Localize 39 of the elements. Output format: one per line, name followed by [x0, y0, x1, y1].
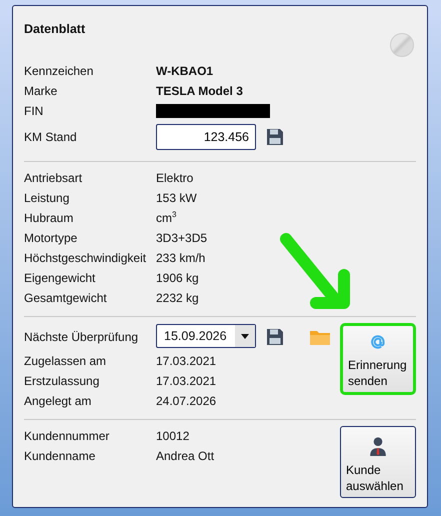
- field-value: 24.07.2026: [156, 393, 218, 410]
- field-value: 1906 kg: [156, 270, 200, 287]
- field-label: FIN: [24, 103, 44, 120]
- field-value: cm$^{3}$: [156, 209, 178, 227]
- caret-icon[interactable]: [241, 334, 249, 338]
- select-customer-button[interactable]: Kunde auswählen: [340, 426, 416, 498]
- field-label: KM Stand: [24, 129, 78, 146]
- field-value: TESLA Model 3: [156, 83, 244, 100]
- field-value: 3D3+3D5: [156, 230, 208, 247]
- save-icon[interactable]: [266, 128, 284, 146]
- date-dropdown[interactable]: 15.09.2026: [156, 324, 256, 348]
- field-label: Eigengewicht: [24, 270, 96, 287]
- field-label: Nächste Überprüfung: [24, 329, 140, 346]
- field-label: Zugelassen am: [24, 353, 108, 370]
- field-label: Höchstgeschwindigkeit: [24, 250, 148, 267]
- field-value: Andrea Ott: [156, 448, 214, 465]
- field-value: W-KBAO1: [156, 63, 214, 80]
- send-reminder-button[interactable]: Erinnerung senden: [340, 323, 416, 395]
- field-value: 233 km/h: [156, 250, 206, 267]
- field-label: Angelegt am: [24, 393, 92, 410]
- field-label: Gesamtgewicht: [24, 290, 108, 307]
- field-label: Kundennummer: [24, 428, 110, 445]
- field-value: 17.03.2021: [156, 353, 218, 370]
- field-label: Leistung: [24, 190, 70, 207]
- field-label: Erstzulassung: [24, 373, 100, 390]
- field-value: 2232 kg: [156, 290, 200, 307]
- field-value: 10012: [156, 428, 190, 445]
- field-label: Motortype: [24, 230, 78, 247]
- field-label: Antriebsart: [24, 170, 84, 187]
- field-value: 153 kW: [156, 190, 198, 207]
- field-label: Kennzeichen: [24, 63, 94, 80]
- save-icon[interactable]: [266, 328, 284, 346]
- field-value: Elektro: [156, 170, 194, 187]
- field-value: 17.03.2021: [156, 373, 218, 390]
- km-input-field[interactable]: 123.456: [156, 124, 256, 150]
- panel-title: Datenblatt: [24, 22, 86, 36]
- field-label: Marke: [24, 83, 58, 100]
- field-label: Kundenname: [24, 448, 96, 465]
- field-label: Hubraum: [24, 210, 74, 227]
